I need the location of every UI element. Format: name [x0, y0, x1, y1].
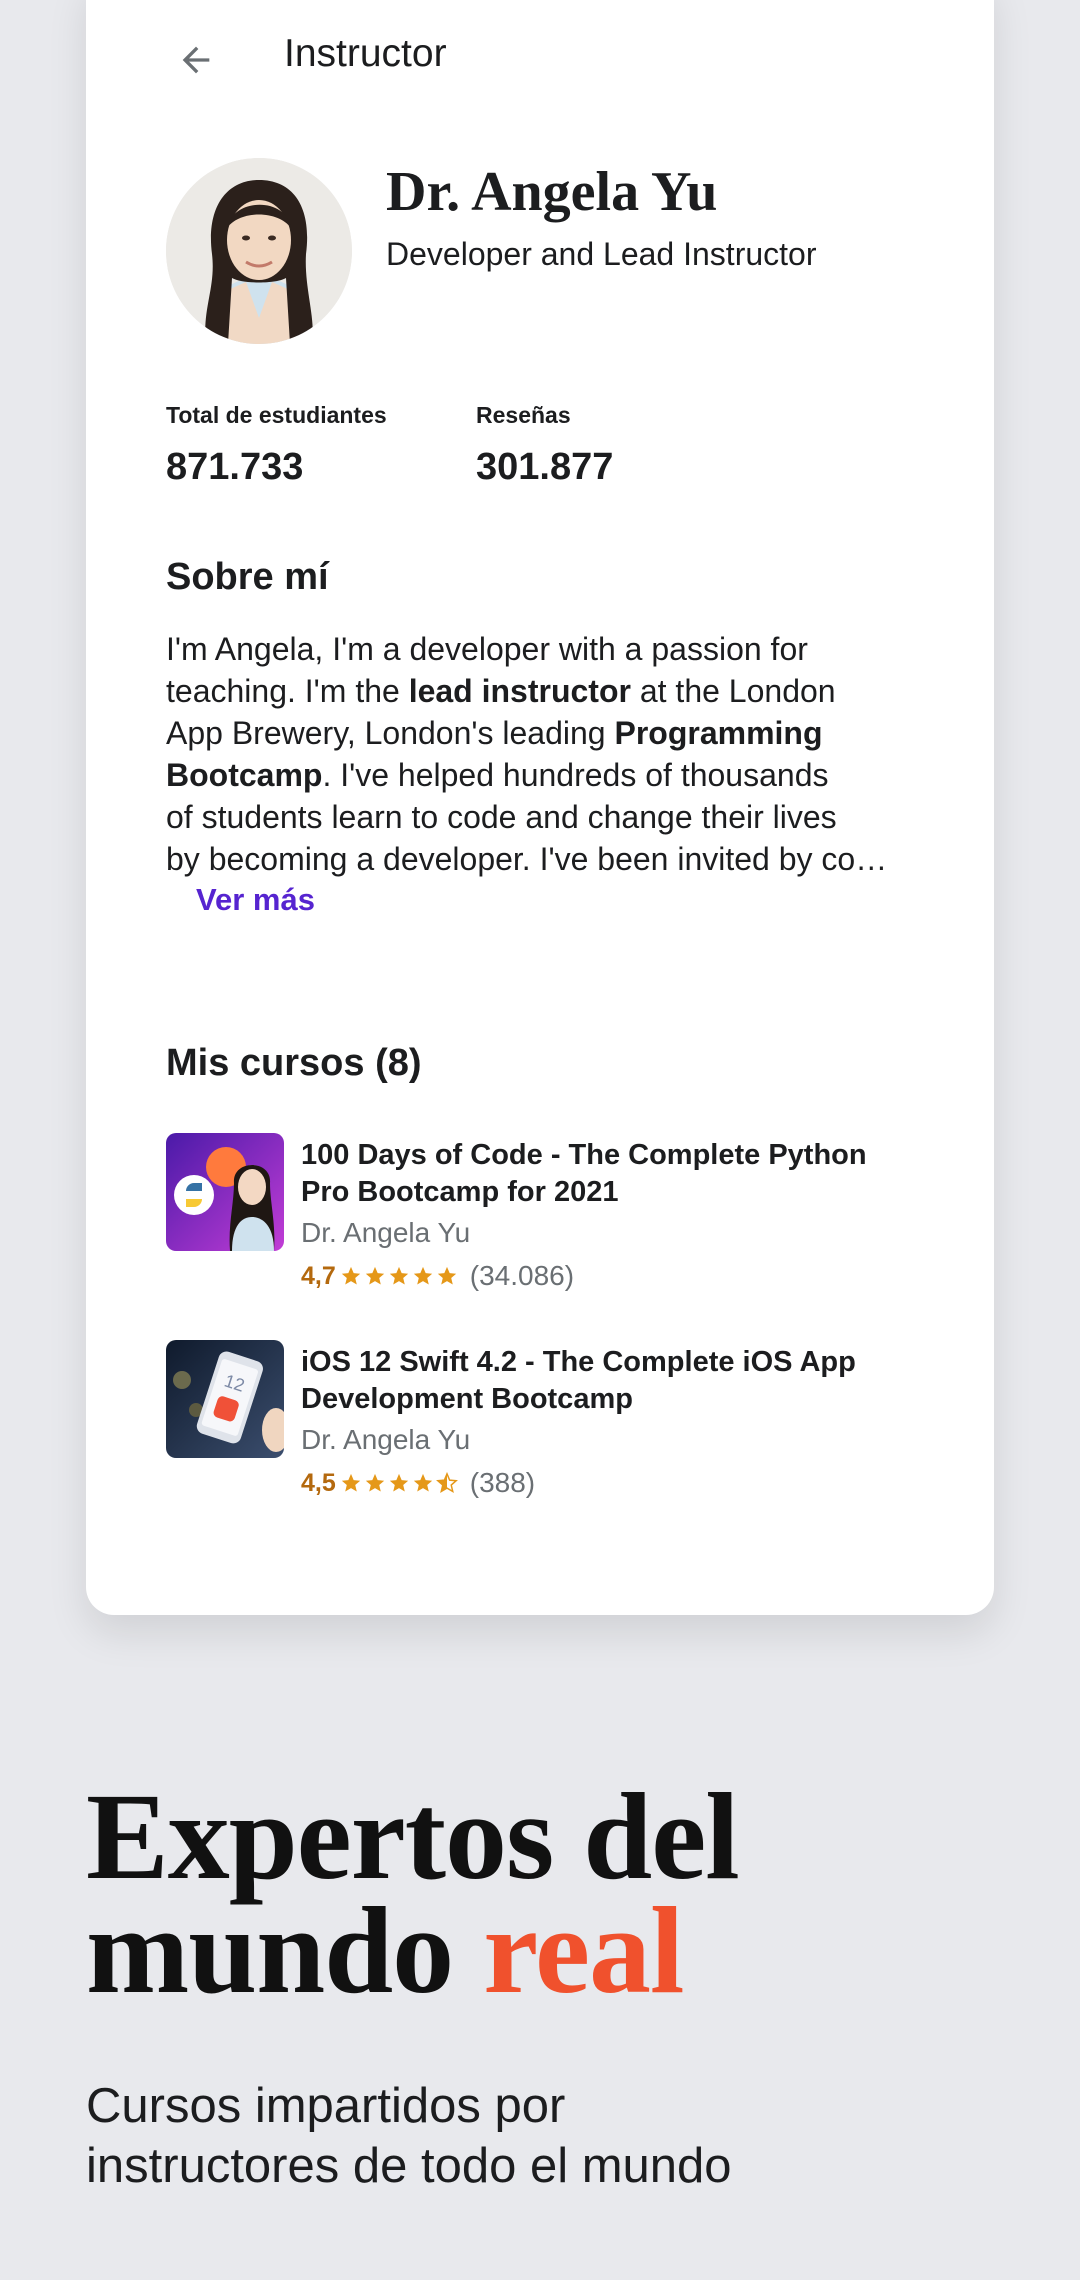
rating-stars: [340, 1265, 460, 1287]
subtitle-line: instructores de todo el mundo: [86, 2139, 732, 2193]
marketing-headline: Expertos del mundo real: [86, 1768, 1046, 2019]
star-icon: [341, 1473, 360, 1492]
course-title: iOS 12 Swift 4.2 - The Complete iOS App …: [301, 1346, 856, 1415]
rating-stars: [340, 1472, 460, 1494]
reviews-label: Reseñas: [476, 402, 571, 428]
star-icon: [365, 1266, 384, 1285]
students-label: Total de estudiantes: [166, 402, 387, 428]
arrow-left-icon: [182, 46, 210, 74]
about-line: App Brewery, London's leading Programmin…: [166, 715, 823, 751]
rating-value: 4,5: [301, 1468, 336, 1497]
subtitle-line: Cursos impartidos por: [86, 2079, 566, 2133]
star-icon: [341, 1266, 360, 1285]
course-thumbnail: [166, 1133, 284, 1251]
instructor-headline: Developer and Lead Instructor: [386, 236, 817, 272]
course-rating: 4,7 (34.086): [301, 1259, 574, 1293]
top-app-bar: Instructor: [86, 0, 994, 110]
about-line: teaching. I'm the lead instructor at the…: [166, 673, 836, 709]
headline-accent-word: real: [483, 1882, 684, 2019]
star-icon: [413, 1473, 432, 1492]
star-icon: [365, 1473, 384, 1492]
star-icon: [389, 1266, 408, 1285]
show-more-link[interactable]: Ver más: [196, 882, 315, 918]
course-item-python[interactable]: 100 Days of Code - The Complete Python P…: [166, 1133, 926, 1303]
back-button[interactable]: [166, 30, 226, 90]
headline-line: Expertos del: [86, 1768, 740, 1905]
rating-value: 4,7: [301, 1261, 336, 1290]
course-thumbnail: 12: [166, 1340, 284, 1458]
course-item-ios[interactable]: 12 iOS 12 Swift 4.2 - The Complete iOS A…: [166, 1340, 926, 1508]
course-list-viewport: 12 iOS 12 Swift 4.2 - The Complete iOS A…: [86, 1340, 994, 1508]
course-title: 100 Days of Code - The Complete Python P…: [301, 1139, 867, 1208]
course-author: Dr. Angela Yu: [301, 1424, 471, 1455]
page-title: Instructor: [284, 32, 447, 75]
course-author: Dr. Angela Yu: [301, 1217, 471, 1248]
instructor-name: Dr. Angela Yu: [386, 161, 718, 223]
rating-count: (34.086): [469, 1260, 575, 1291]
star-icon: [413, 1266, 432, 1285]
courses-title: Mis cursos (8): [166, 1042, 422, 1084]
instructor-profile-card: Instructor Dr. Angela Yu Developer and L…: [86, 0, 994, 1615]
star-icon: [389, 1473, 408, 1492]
rating-count: (388): [469, 1467, 536, 1498]
about-line: Bootcamp. I've helped hundreds of thousa…: [166, 757, 829, 793]
about-line: by becoming a developer. I've been invit…: [166, 841, 888, 877]
about-line: I'm Angela, I'm a developer with a passi…: [166, 631, 808, 667]
course-rating: 4,5 (388): [301, 1466, 535, 1500]
star-half-icon: [435, 1472, 458, 1494]
about-line: of students learn to code and change the…: [166, 799, 837, 835]
instructor-avatar: [166, 158, 352, 344]
headline-line: mundo real: [86, 1882, 684, 2019]
star-icon: [437, 1266, 456, 1285]
reviews-count: 301.877: [476, 446, 614, 488]
about-title: Sobre mí: [166, 556, 329, 598]
students-count: 871.733: [166, 446, 304, 488]
marketing-subtitle: Cursos impartidos por instructores de to…: [86, 2076, 1046, 2196]
app-screenshot: Instructor Dr. Angela Yu Developer and L…: [0, 0, 1080, 2280]
about-text: I'm Angela, I'm a developer with a passi…: [166, 628, 936, 880]
